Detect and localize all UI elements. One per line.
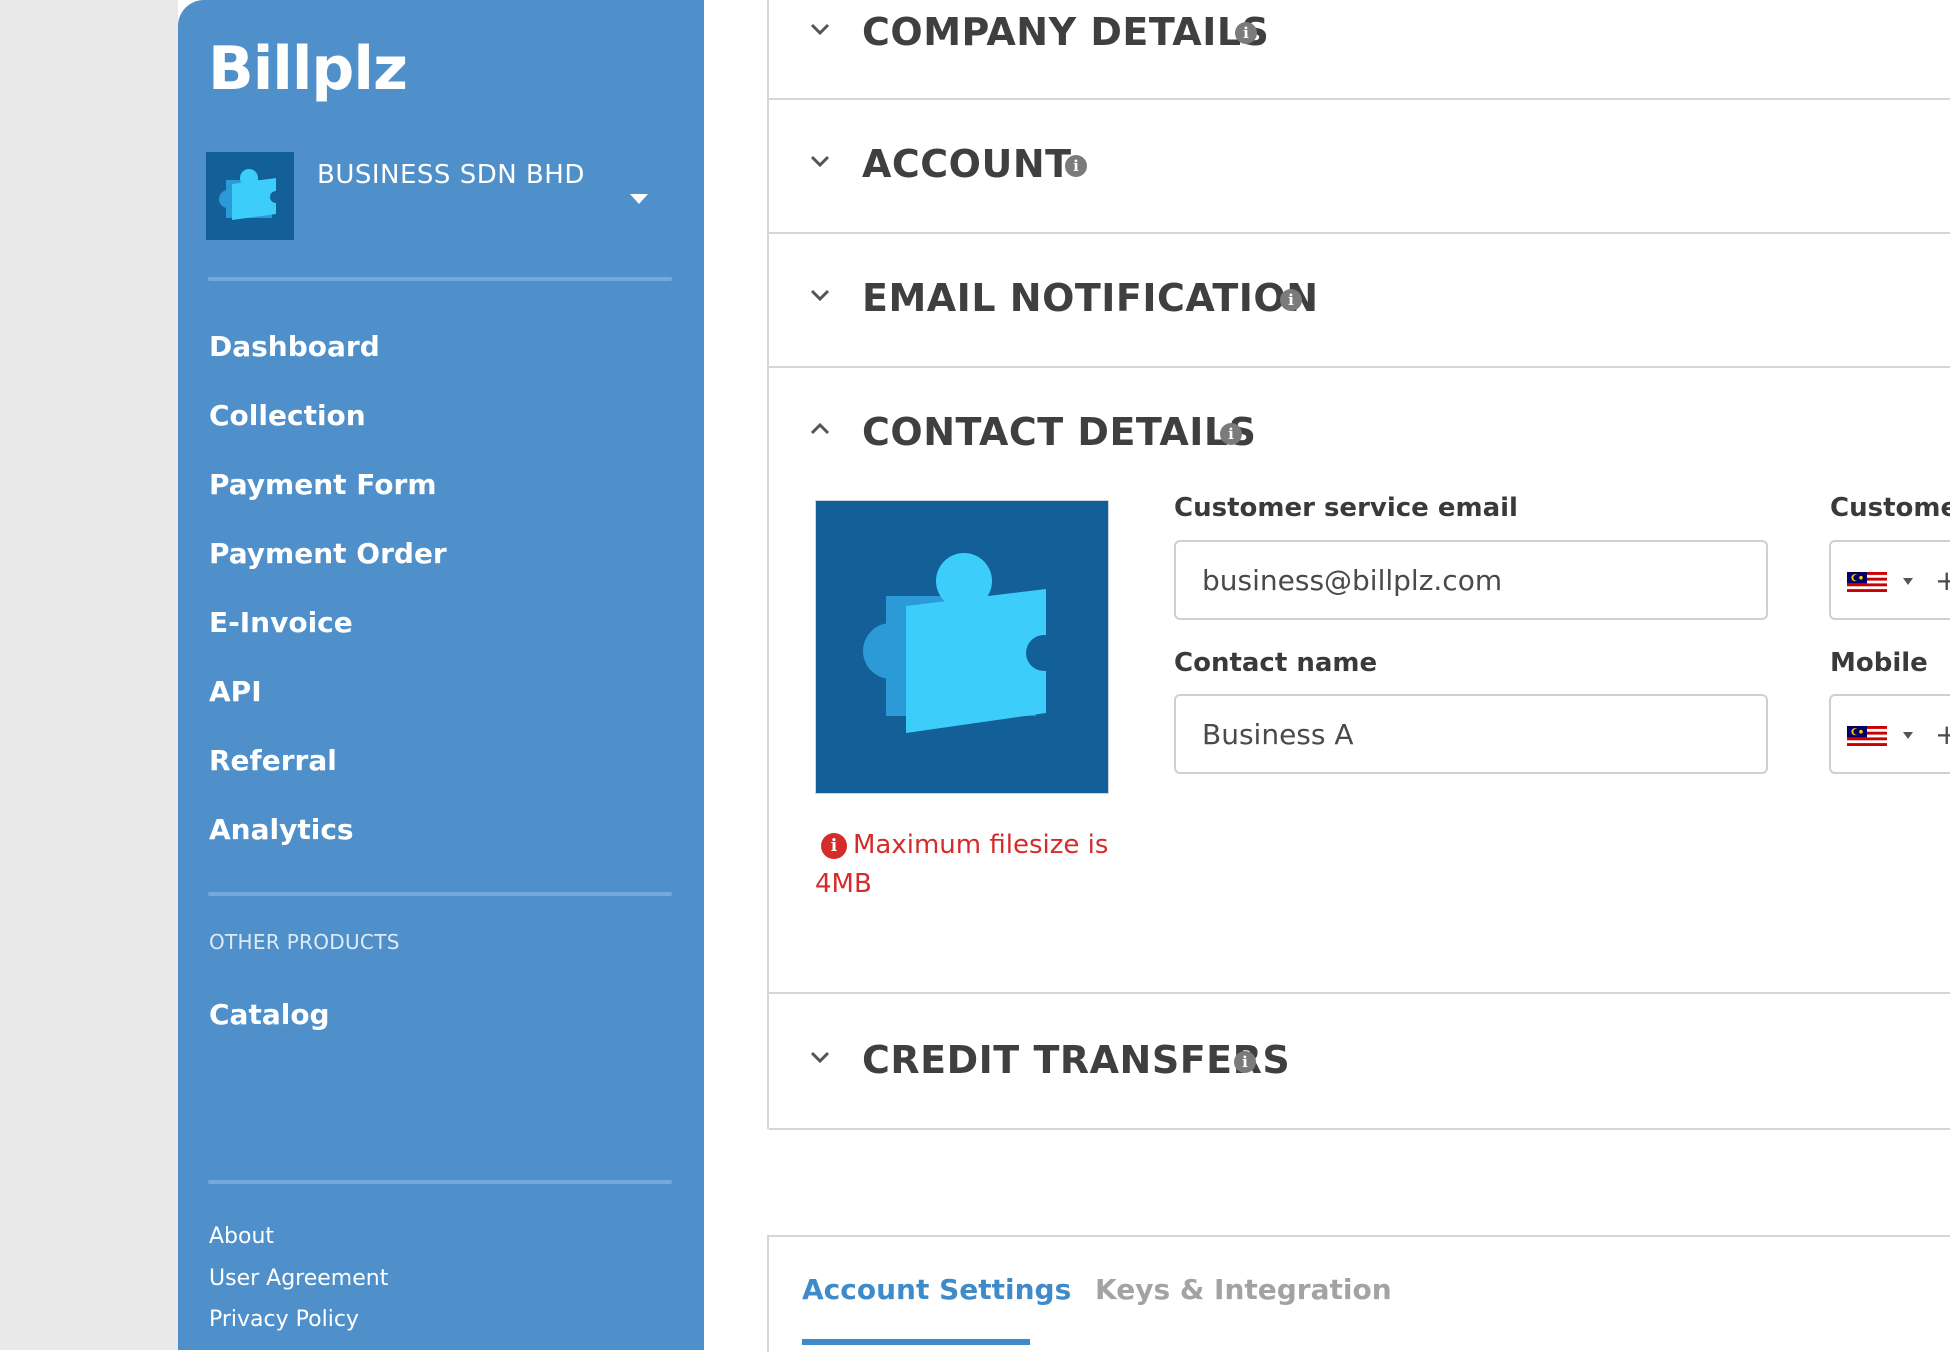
section-title[interactable]: COMPANY DETAILS: [862, 10, 1269, 54]
settings-tabs: Account Settings Keys & Integration: [767, 1235, 1950, 1352]
window-background: [0, 0, 178, 1350]
cs-email-label: Customer service email: [1174, 493, 1518, 523]
sidebar-divider: [208, 892, 672, 896]
org-avatar[interactable]: [206, 152, 294, 240]
sidebar: Billplz BUSINESS SDN BHD Dashboard Colle…: [178, 0, 704, 1350]
puzzle-piece-icon: [219, 169, 282, 220]
chevron-up-icon[interactable]: [809, 418, 831, 440]
sidebar-divider: [208, 277, 672, 281]
sidebar-item-e-invoice[interactable]: E-Invoice: [209, 606, 353, 639]
sidebar-divider: [208, 1180, 672, 1184]
info-icon[interactable]: i: [1235, 22, 1257, 44]
cs-email-input[interactable]: [1174, 540, 1768, 620]
sidebar-item-api[interactable]: API: [209, 675, 262, 708]
info-icon[interactable]: i: [1220, 423, 1242, 445]
chevron-down-icon[interactable]: [809, 1046, 831, 1068]
sidebar-item-catalog[interactable]: Catalog: [209, 998, 330, 1031]
tab-account-settings[interactable]: Account Settings: [802, 1273, 1071, 1306]
phone-prefix: +: [1935, 718, 1950, 751]
section-title[interactable]: ACCOUNT: [862, 142, 1072, 186]
chevron-down-icon[interactable]: [809, 18, 831, 40]
sidebar-item-payment-order[interactable]: Payment Order: [209, 537, 447, 570]
malaysia-flag-icon[interactable]: [1847, 572, 1887, 592]
tab-keys-integration[interactable]: Keys & Integration: [1095, 1273, 1392, 1306]
info-icon[interactable]: i: [1280, 289, 1302, 311]
sidebar-item-analytics[interactable]: Analytics: [209, 813, 354, 846]
section-title[interactable]: CREDIT TRANSFERS: [862, 1038, 1290, 1082]
sidebar-item-collection[interactable]: Collection: [209, 399, 366, 432]
section-title[interactable]: EMAIL NOTIFICATION: [862, 276, 1319, 320]
footer-link-user-agreement[interactable]: User Agreement: [209, 1266, 388, 1291]
other-products-heading: OTHER PRODUCTS: [209, 930, 400, 954]
org-switcher-caret-icon[interactable]: [630, 194, 648, 204]
phone-prefix: +: [1935, 564, 1950, 597]
country-dropdown-caret-icon[interactable]: [1903, 578, 1913, 585]
sidebar-item-referral[interactable]: Referral: [209, 744, 337, 777]
contact-name-label: Contact name: [1174, 648, 1378, 678]
upload-error-message: Maximum filesize is 4MB: [815, 830, 1109, 899]
sidebar-item-dashboard[interactable]: Dashboard: [209, 330, 380, 363]
mobile-label: Mobile: [1830, 648, 1928, 678]
mobile-input[interactable]: +: [1829, 694, 1950, 774]
cs-phone-input[interactable]: +: [1829, 540, 1950, 620]
company-logo-upload[interactable]: [815, 500, 1109, 794]
org-name[interactable]: BUSINESS SDN BHD: [317, 160, 585, 190]
section-company-details[interactable]: COMPANY DETAILS i: [769, 0, 1950, 100]
footer-link-about[interactable]: About: [209, 1224, 274, 1249]
country-dropdown-caret-icon[interactable]: [1903, 732, 1913, 739]
cs-phone-label: Custome: [1830, 493, 1950, 523]
section-email-notification[interactable]: EMAIL NOTIFICATION i: [769, 234, 1950, 368]
chevron-down-icon[interactable]: [809, 150, 831, 172]
footer-link-privacy-policy[interactable]: Privacy Policy: [209, 1307, 359, 1332]
section-account[interactable]: ACCOUNT i: [769, 100, 1950, 234]
chevron-down-icon[interactable]: [809, 284, 831, 306]
settings-panel: COMPANY DETAILS i ACCOUNT i EMAIL NOTIFI…: [767, 0, 1950, 1130]
sidebar-item-payment-form[interactable]: Payment Form: [209, 468, 437, 501]
active-tab-indicator: [802, 1339, 1030, 1345]
info-icon[interactable]: i: [1234, 1051, 1256, 1073]
section-title[interactable]: CONTACT DETAILS: [862, 410, 1257, 454]
contact-name-input[interactable]: [1174, 694, 1768, 774]
puzzle-piece-icon: [863, 553, 1062, 733]
info-icon[interactable]: i: [1065, 155, 1087, 177]
malaysia-flag-icon[interactable]: [1847, 726, 1887, 746]
section-credit-transfers[interactable]: CREDIT TRANSFERS i: [769, 994, 1950, 1130]
brand-logo[interactable]: Billplz: [208, 34, 408, 104]
